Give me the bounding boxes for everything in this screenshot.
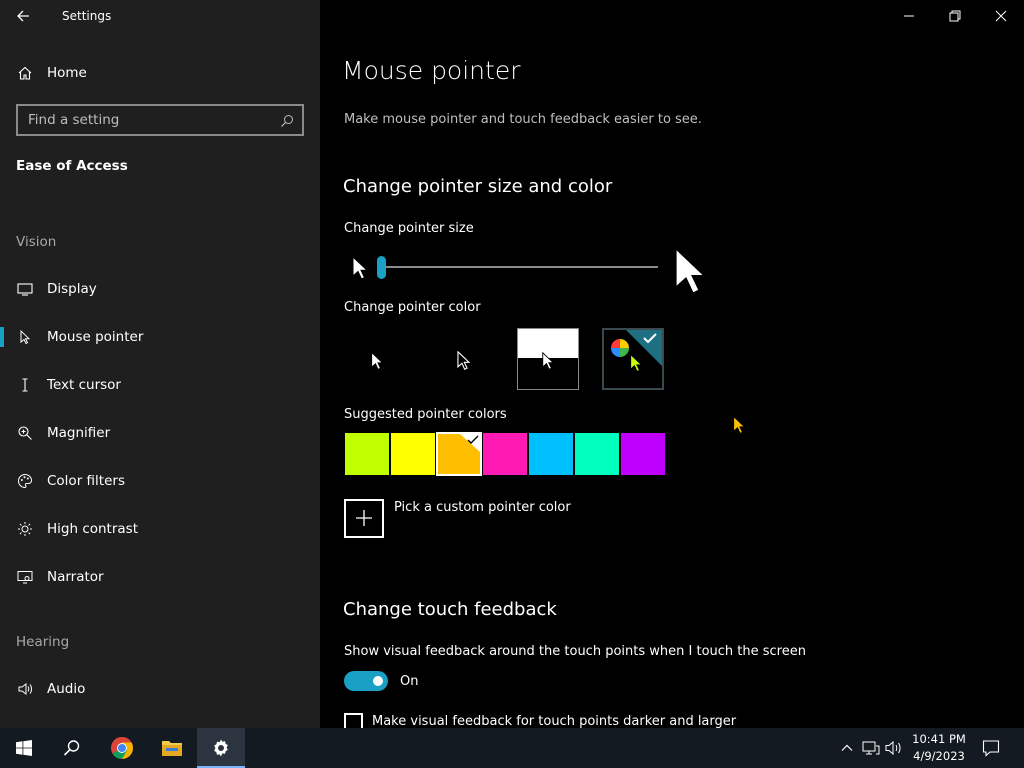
taskbar-clock[interactable]: 10:41 PM 4/9/2023 [908,731,970,765]
pointer-color-inverted[interactable] [517,328,579,390]
color-swatch-blue[interactable] [528,432,574,476]
start-button[interactable] [0,728,48,768]
taskbar-search-button[interactable] [48,728,96,768]
sidebar-item-audio[interactable]: Audio [0,672,320,706]
chevron-up-icon [841,744,853,751]
sidebar-item-magnifier[interactable]: Magnifier [0,416,320,450]
sidebar-item-label: Text cursor [47,377,121,393]
group-label-vision: Vision [16,234,57,250]
sidebar-item-label: Color filters [47,473,125,489]
suggested-colors-label: Suggested pointer colors [344,407,507,422]
color-wheel-icon [611,339,629,357]
pointer-size-slider-track[interactable] [380,266,658,268]
sidebar-item-high-contrast[interactable]: High contrast [0,512,320,546]
color-filters-icon [16,472,34,490]
main-content: Mouse pointer Make mouse pointer and tou… [320,0,1024,732]
clock-date: 4/9/2023 [913,749,965,763]
color-swatch-teal[interactable] [574,432,620,476]
search-input[interactable] [18,106,302,134]
touch-feedback-heading: Change touch feedback [343,599,557,620]
sidebar-item-label: Mouse pointer [47,329,144,345]
pointer-size-label: Change pointer size [344,221,474,236]
color-swatch-purple[interactable] [620,432,666,476]
action-center-button[interactable] [982,739,1000,757]
large-pointer-icon [675,247,706,294]
toggle-knob [373,676,383,686]
display-icon [16,280,34,298]
high-contrast-icon [16,520,34,538]
pick-custom-color-label[interactable]: Pick a custom pointer color [394,500,571,515]
back-button[interactable] [14,6,34,26]
chrome-taskbar-button[interactable] [98,728,146,768]
text-cursor-icon [16,376,34,394]
pointer-color-black[interactable] [431,328,493,390]
pick-custom-color-button[interactable] [344,499,384,538]
toggle-state-label: On [400,674,419,689]
gear-icon [214,739,228,757]
mouse-pointer-icon [16,328,34,346]
folder-icon [162,741,182,756]
sidebar-item-display[interactable]: Display [0,272,320,306]
section-title: Ease of Access [16,158,128,174]
sidebar-item-label: Display [47,281,97,297]
network-button[interactable] [862,739,880,757]
darker-feedback-label[interactable]: Make visual feedback for touch points da… [372,714,736,729]
page-description: Make mouse pointer and touch feedback ea… [344,112,702,127]
search-box[interactable] [16,104,304,136]
custom-pointer-icon [630,354,642,372]
sidebar-item-label: Audio [47,681,86,697]
file-explorer-taskbar-button[interactable] [148,728,196,768]
size-color-heading: Change pointer size and color [343,176,613,197]
volume-icon [885,740,901,756]
black-pointer-icon [457,351,470,370]
volume-button[interactable] [885,739,903,757]
mouse-cursor-icon [733,416,745,434]
home-label: Home [47,65,87,81]
pointer-color-white[interactable] [344,328,406,390]
color-swatch-lime[interactable] [344,432,390,476]
pointer-color-custom[interactable] [602,328,664,390]
sidebar-item-text-cursor[interactable]: Text cursor [0,368,320,402]
home-icon [16,64,34,82]
pointer-color-label: Change pointer color [344,300,481,315]
chrome-icon [111,737,133,759]
sidebar-item-narrator[interactable]: Narrator [0,560,320,594]
settings-taskbar-button[interactable] [197,728,245,768]
show-feedback-label: Show visual feedback around the touch po… [344,644,806,659]
white-pointer-icon [371,352,383,370]
app-title: Settings [62,9,112,23]
small-pointer-icon [352,256,368,280]
color-swatch-orange[interactable] [436,432,482,476]
network-icon [862,741,880,755]
plus-icon [356,510,372,526]
pointer-size-slider-thumb[interactable] [377,256,386,279]
sidebar-item-label: High contrast [47,521,138,537]
clock-time: 10:41 PM [912,732,966,746]
home-link[interactable]: Home [0,58,320,88]
back-arrow-icon [17,10,29,22]
sidebar-item-mouse-pointer[interactable]: Mouse pointer [0,320,320,354]
touch-feedback-toggle[interactable] [344,671,388,691]
page-title: Mouse pointer [342,56,521,85]
sidebar: Settings Home Ease of Access Vision Disp… [0,0,320,728]
taskbar: 10:41 PM 4/9/2023 [0,728,1024,768]
search-icon [63,740,80,756]
audio-icon [16,680,34,698]
sidebar-item-color-filters[interactable]: Color filters [0,464,320,498]
color-swatch-pink[interactable] [482,432,528,476]
color-swatch-yellow[interactable] [390,432,436,476]
group-label-hearing: Hearing [16,634,70,650]
sidebar-item-label: Magnifier [47,425,111,441]
windows-logo-icon [16,740,32,756]
notification-icon [982,740,1000,757]
checkmark-icon [460,434,480,452]
title-bar: Settings [0,0,320,32]
inverted-pointer-icon [542,352,554,370]
suggested-colors-row [344,432,666,476]
sidebar-item-label: Narrator [47,569,104,585]
search-icon[interactable] [280,113,294,127]
show-hidden-icons-button[interactable] [838,739,856,757]
narrator-icon [16,568,34,586]
magnifier-icon [16,424,34,442]
